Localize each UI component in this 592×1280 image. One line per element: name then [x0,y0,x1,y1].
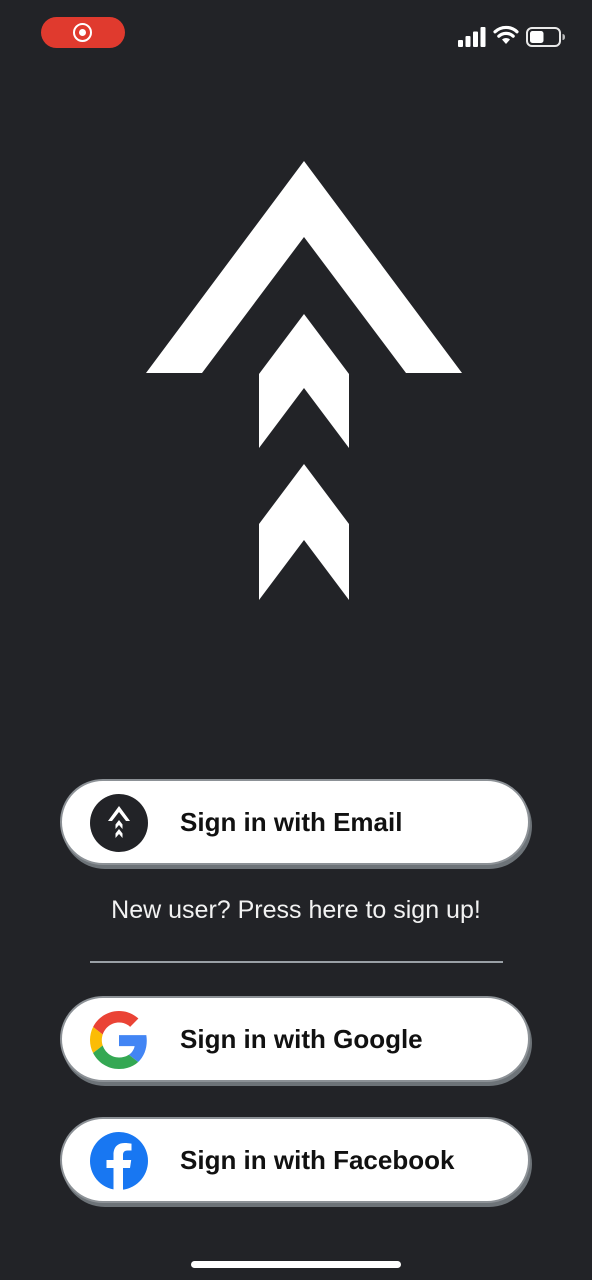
sign-in-facebook-label: Sign in with Facebook [180,1145,455,1175]
wifi-icon [493,25,519,44]
home-indicator[interactable] [191,1261,401,1268]
screen-recording-indicator[interactable] [41,17,125,48]
sign-in-email-label: Sign in with Email [180,807,403,837]
triple-chevron-up-logo [146,161,462,600]
sign-in-email-button[interactable]: Sign in with Email [60,779,530,865]
sign-in-google-button[interactable]: Sign in with Google [60,996,530,1082]
status-bar [0,0,592,70]
sign-up-link[interactable]: New user? Press here to sign up! [0,896,592,925]
sign-in-google-label: Sign in with Google [180,1024,423,1054]
login-screen: Sign in with Email New user? Press here … [0,0,592,1280]
battery-icon [526,27,565,47]
facebook-icon [90,1132,148,1190]
google-icon [90,1011,147,1069]
cellular-signal-icon [458,27,486,47]
divider [90,961,503,963]
app-logo-icon [90,794,148,852]
sign-in-facebook-button[interactable]: Sign in with Facebook [60,1117,530,1203]
screen-recording-icon [73,23,92,42]
